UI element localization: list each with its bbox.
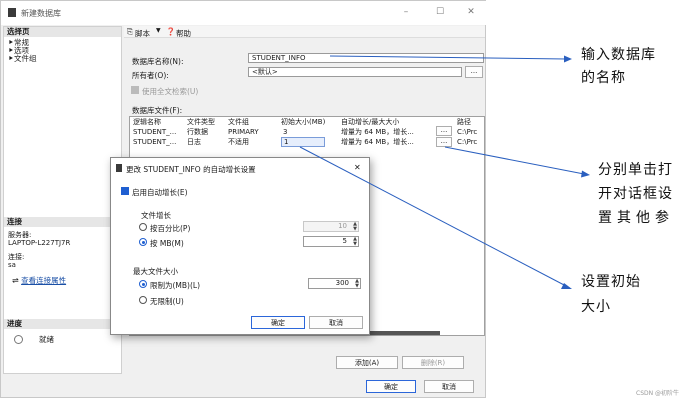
annotation-dialog-line2: 开对话框设 [598, 186, 673, 202]
title-bar: 新建数据库 – ☐ ✕ [1, 1, 487, 25]
owner-label: 所有者(O): [132, 71, 169, 80]
percent-stepper[interactable]: 10 ▲ ▼ [303, 221, 359, 232]
arrow-head-3 [561, 283, 572, 289]
dialog-app-icon [116, 164, 122, 172]
mb-radio[interactable] [139, 238, 147, 246]
row1-path: C:\Prc [457, 128, 478, 136]
file-growth-label: 文件增长 [141, 211, 171, 220]
limited-stepper[interactable]: 300 ▲ ▼ [308, 278, 361, 289]
progress-status: 就绪 [39, 335, 54, 344]
page-filegroups-label: 文件组 [14, 54, 37, 63]
owner-browse-button[interactable]: ... [465, 66, 483, 78]
limited-radio[interactable] [139, 280, 147, 288]
row1-logical-name[interactable]: STUDENT_... [133, 128, 185, 137]
page-filegroups[interactable]: ⯈文件组 [8, 54, 37, 63]
progress-spinner-icon [14, 335, 23, 344]
left-panel: 选择页 ⯈常规 ⯈选项 ⯈文件组 连接 服务器: LAPTOP-L227TJ7R… [3, 26, 122, 374]
arrow-head-2 [581, 170, 590, 178]
row1-autogrowth: 增量为 64 MB，增长... [341, 128, 414, 136]
help-icon: ❓ [166, 27, 176, 36]
remove-file-button[interactable]: 删除(R) [402, 356, 464, 369]
row2-autogrowth: 增量为 64 MB，增长... [341, 138, 414, 146]
col-logical-name: 逻辑名称 [133, 118, 161, 126]
row2-file-type: 日志 [187, 138, 201, 146]
toolbar: ⎘ 脚本 ▼ ❓ 帮助 [124, 26, 485, 38]
dialog-title-bar: 更改 STUDENT_INFO 的自动增长设置 ✕ [111, 158, 369, 178]
annotation-dialog-line3: 置其他参 [598, 210, 674, 226]
window-title: 新建数据库 [21, 9, 61, 18]
connection-header: 连接 [4, 217, 121, 227]
percent-label: 按百分比(P) [150, 224, 191, 233]
dbname-field[interactable]: STUDENT_INFO [248, 53, 484, 63]
dialog-close-button[interactable]: ✕ [354, 163, 361, 172]
percent-value: 10 [338, 222, 347, 230]
unlimited-label: 无限制(U) [150, 297, 184, 306]
row1-file-type: 行数据 [187, 128, 208, 136]
files-label: 数据库文件(F): [132, 106, 183, 115]
owner-field[interactable]: <默认> [248, 67, 462, 77]
stepper-arrows-icon[interactable]: ▲ ▼ [353, 222, 357, 232]
enable-autogrowth-label: 启用自动增长(E) [132, 188, 188, 197]
annotation-dialog-line1: 分别单击打 [598, 162, 673, 178]
col-autogrowth: 自动增长/最大大小 [341, 118, 400, 126]
connection-properties-icon: ⇌ [12, 276, 19, 285]
screenshot-root: 新建数据库 – ☐ ✕ 选择页 ⯈常规 ⯈选项 ⯈文件组 连接 服务器: LAP… [0, 0, 700, 400]
unlimited-radio[interactable] [139, 296, 147, 304]
view-connection-properties[interactable]: ⇌ 查看连接属性 [12, 276, 66, 285]
limited-label: 限制为(MB)(L) [150, 281, 200, 290]
col-path: 路径 [457, 118, 471, 126]
progress-header: 进度 [4, 319, 121, 329]
col-file-type: 文件类型 [187, 118, 215, 126]
max-size-label: 最大文件大小 [133, 267, 178, 276]
mb-stepper[interactable]: 5 ▲ ▼ [303, 236, 359, 247]
stepper-arrows-icon[interactable]: ▲ ▼ [353, 237, 357, 247]
row1-filegroup[interactable]: PRIMARY [228, 128, 259, 137]
row2-filegroup: 不适用 [228, 138, 249, 146]
close-button[interactable]: ✕ [464, 7, 478, 19]
minimize-button[interactable]: – [399, 7, 413, 19]
stepper-arrows-icon[interactable]: ▲ ▼ [355, 279, 359, 289]
cancel-button[interactable]: 取消 [424, 380, 474, 393]
dialog-title: 更改 STUDENT_INFO 的自动增长设置 [126, 165, 256, 174]
annotation-size-line2: 大小 [581, 299, 611, 315]
row2-initial-size[interactable]: 1 [281, 137, 325, 147]
script-icon: ⎘ [127, 27, 133, 36]
arrow-head-1 [564, 55, 572, 63]
script-button[interactable]: 脚本 [135, 28, 150, 39]
annotation-dbname-line1: 输入数据库 [581, 47, 656, 63]
help-button[interactable]: 帮助 [176, 28, 191, 39]
mb-label: 按 MB(M) [150, 239, 184, 248]
percent-radio[interactable] [139, 223, 147, 231]
row1-initial-size[interactable]: 3 [283, 128, 287, 137]
maximize-button[interactable]: ☐ [433, 7, 447, 19]
connection-value: sa [8, 261, 16, 269]
dbname-label: 数据库名称(N): [132, 57, 184, 66]
fulltext-checkbox[interactable] [131, 86, 139, 94]
app-icon [8, 8, 16, 17]
row1-autogrowth-browse-button[interactable]: ... [436, 126, 452, 136]
dialog-ok-button[interactable]: 确定 [251, 316, 305, 329]
row2-logical-name[interactable]: STUDENT_... [133, 138, 185, 147]
col-initial-size: 初始大小(MB) [281, 118, 326, 126]
select-page-header: 选择页 [4, 27, 121, 37]
dialog-cancel-button[interactable]: 取消 [309, 316, 363, 329]
chevron-down-icon[interactable]: ▼ [156, 27, 161, 34]
annotation-size-line1: 设置初始 [581, 274, 641, 290]
row2-autogrowth-browse-button[interactable]: ... [436, 137, 452, 147]
fulltext-label: 使用全文检索(U) [142, 87, 199, 96]
view-connection-properties-link[interactable]: 查看连接属性 [21, 276, 66, 285]
server-value: LAPTOP-L227TJ7R [8, 239, 71, 247]
enable-autogrowth-checkbox[interactable] [121, 187, 129, 195]
autogrowth-dialog: 更改 STUDENT_INFO 的自动增长设置 ✕ 启用自动增长(E) 文件增长… [110, 157, 370, 335]
watermark: CSDN @初阶牛 [636, 390, 680, 397]
ok-button[interactable]: 确定 [366, 380, 416, 393]
row2-path: C:\Prc [457, 138, 478, 146]
annotation-dbname-line2: 的名称 [581, 70, 626, 86]
mb-value: 5 [342, 237, 347, 245]
limited-value: 300 [335, 279, 349, 287]
col-filegroup: 文件组 [228, 118, 249, 126]
add-file-button[interactable]: 添加(A) [336, 356, 398, 369]
